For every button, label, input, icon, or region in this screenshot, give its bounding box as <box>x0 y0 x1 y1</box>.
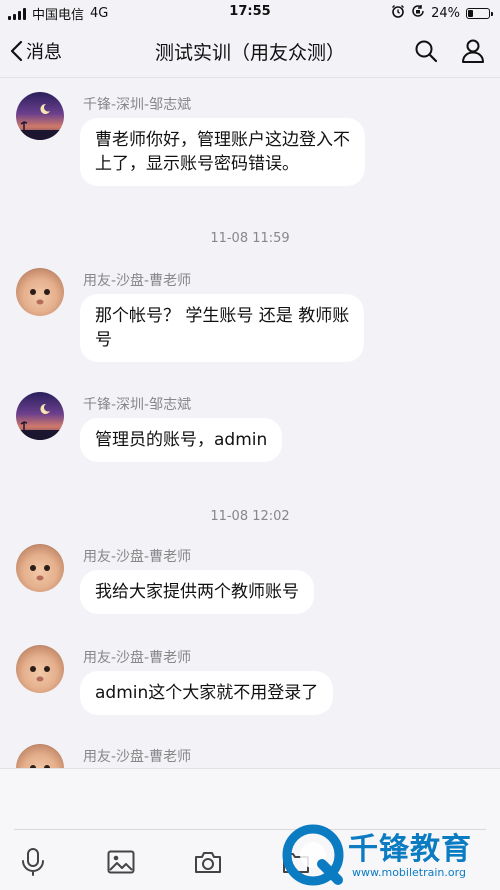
message-bubble[interactable]: 我给大家提供两个教师账号 <box>80 570 314 614</box>
search-button[interactable] <box>414 39 438 67</box>
chat-area[interactable]: 千锋-深圳-邹志斌 曹老师你好，管理账户这边登入不 上了，显示账号密码错误。 1… <box>0 78 500 768</box>
sender-name: 千锋-深圳-邹志斌 <box>83 97 192 113</box>
group-profile-button[interactable] <box>460 38 486 68</box>
timestamp-separator: 11-08 12:02 <box>210 509 290 524</box>
message-line: 上了，显示账号密码错误。 <box>95 154 299 174</box>
message-bubble[interactable]: 曹老师你好，管理账户这边登入不 上了，显示账号密码错误。 <box>80 118 365 186</box>
mic-icon <box>22 848 44 876</box>
avatar[interactable] <box>16 744 64 768</box>
message-line: admin这个大家就不用登录了 <box>95 683 319 703</box>
watermark-logo <box>282 824 344 886</box>
message-line: 号 <box>95 330 112 350</box>
avatar[interactable] <box>16 268 64 316</box>
message-bubble[interactable]: admin这个大家就不用登录了 <box>80 671 334 715</box>
message-line: 那个帐号？ 学生账号 还是 教师账 <box>95 306 350 326</box>
mic-button[interactable] <box>18 847 48 877</box>
watermark-text: 千锋教育 <box>348 832 472 867</box>
avatar[interactable] <box>16 392 64 440</box>
message-line: 曹老师你好，管理账户这边登入不 <box>95 130 350 150</box>
message-line: 我给大家提供两个教师账号 <box>95 582 299 602</box>
image-icon <box>107 850 135 874</box>
battery-icon <box>466 7 493 19</box>
avatar[interactable] <box>16 544 64 592</box>
battery-level <box>468 9 473 17</box>
camera-icon <box>195 852 221 873</box>
message-bubble[interactable]: 那个帐号？ 学生账号 还是 教师账 号 <box>80 294 365 362</box>
timestamp-separator: 11-08 11:59 <box>210 231 290 246</box>
sender-name: 用友-沙盘-曹老师 <box>83 549 192 565</box>
camera-button[interactable] <box>193 847 223 877</box>
status-right: 24% <box>391 4 493 22</box>
image-button[interactable] <box>106 847 136 877</box>
avatar[interactable] <box>16 645 64 693</box>
status-bar: 中国电信 4G 17:55 24% <box>0 0 500 24</box>
person-icon <box>462 39 484 63</box>
message-bubble[interactable]: 管理员的账号，admin <box>80 418 283 462</box>
battery-percent: 24% <box>431 5 460 21</box>
avatar[interactable] <box>16 92 64 140</box>
rotation-lock-icon <box>411 4 425 22</box>
nav-bar: 消息 测试实训（用友众测） <box>0 24 500 78</box>
search-icon <box>415 40 438 63</box>
watermark: 千锋教育 www.mobiletrain.org <box>278 820 500 890</box>
sender-name: 用友-沙盘-曹老师 <box>83 749 192 765</box>
sender-name: 用友-沙盘-曹老师 <box>83 650 192 666</box>
alarm-icon <box>391 4 405 22</box>
sender-name: 千锋-深圳-邹志斌 <box>83 397 192 413</box>
message-line: 管理员的账号，admin <box>95 430 268 450</box>
sender-name: 用友-沙盘-曹老师 <box>83 273 192 289</box>
watermark-url: www.mobiletrain.org <box>352 866 466 879</box>
